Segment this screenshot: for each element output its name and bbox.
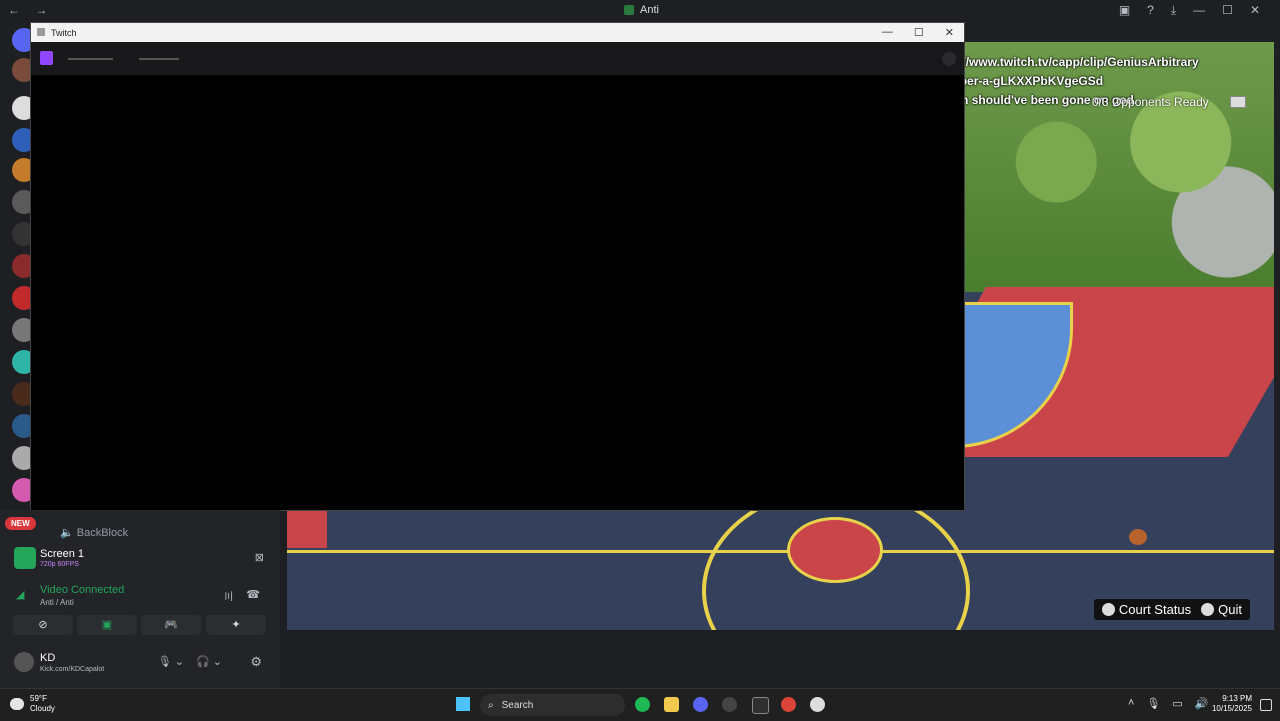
twitch-title-bar[interactable]: Twitch — ☐ ✕ bbox=[31, 23, 964, 42]
twitch-app-icon bbox=[37, 28, 45, 36]
avatar[interactable] bbox=[14, 652, 34, 672]
quit-label: Quit bbox=[1218, 602, 1242, 617]
maximize-icon[interactable]: ☐ bbox=[914, 26, 924, 39]
court-controls: Court Status Quit bbox=[1093, 599, 1250, 620]
obs-icon[interactable] bbox=[722, 697, 737, 712]
system-tray: ˄ 🎙 ▭ 🔊 bbox=[1128, 697, 1209, 710]
discord-title-bar: ← → Anti ▣ ? ⤓ — ☐ ✕ bbox=[0, 0, 1280, 22]
flag-icon bbox=[1230, 96, 1246, 108]
court-status-label: Court Status bbox=[1118, 602, 1192, 617]
clock[interactable]: 9:13 PM 10/15/2025 bbox=[1210, 694, 1252, 714]
twitch-window: Twitch — ☐ ✕ bbox=[30, 22, 965, 511]
window-title: Anti bbox=[624, 4, 659, 16]
search-placeholder: Search bbox=[501, 699, 534, 711]
screen-share-row[interactable]: Screen 1 720p 60FPS ⊠ bbox=[6, 539, 272, 575]
court-paint-left bbox=[287, 508, 327, 548]
nav-arrows[interactable]: ← → bbox=[8, 3, 53, 17]
avatar[interactable] bbox=[942, 52, 956, 66]
display-icon[interactable]: ▭ bbox=[1172, 697, 1182, 710]
user-panel: KD Kick.com/KDCapalot 🎙 ⌄ 🎧 ⌄ ⚙ bbox=[6, 648, 272, 678]
signal-icon[interactable]: ◢ bbox=[16, 588, 24, 601]
disconnect-icon[interactable]: ☎ bbox=[246, 588, 260, 601]
spotify-icon[interactable] bbox=[635, 697, 650, 712]
microphone-icon[interactable]: 🎙 ⌄ bbox=[158, 655, 184, 668]
notification-icon[interactable] bbox=[1260, 699, 1272, 711]
stream-quality: 720p 60FPS bbox=[40, 561, 79, 568]
activity-button[interactable]: 🎮 bbox=[141, 615, 201, 635]
twitch-window-title: Twitch bbox=[51, 28, 77, 38]
headphones-icon[interactable]: 🎧 ⌄ bbox=[196, 655, 222, 668]
stop-stream-icon[interactable]: ⊠ bbox=[255, 551, 264, 564]
quit-button[interactable]: Quit bbox=[1201, 602, 1242, 617]
taskbar: 59°F Cloudy ⌕ Search ˄ 🎙 ▭ 🔊 9:13 PM 10/… bbox=[0, 688, 1280, 721]
connection-status[interactable]: Video Connected bbox=[40, 584, 124, 596]
close-icon[interactable]: ✕ bbox=[945, 26, 954, 39]
noise-suppression-icon[interactable]: 〣 bbox=[223, 588, 234, 604]
weather-widget[interactable]: 59°F Cloudy bbox=[10, 694, 55, 714]
chevron-up-icon[interactable]: ˄ bbox=[1128, 697, 1134, 710]
weather-desc: Cloudy bbox=[30, 704, 55, 713]
discord-icon[interactable] bbox=[693, 697, 708, 712]
center-logo bbox=[787, 517, 883, 583]
twitch-logo-icon[interactable] bbox=[40, 51, 53, 65]
game-scene-trees bbox=[963, 82, 1274, 282]
loading-placeholder bbox=[139, 58, 179, 60]
clock-time: 9:13 PM bbox=[1222, 694, 1252, 703]
twitch-header bbox=[31, 42, 964, 75]
opponents-ready: 0/3 Opponents Ready bbox=[1092, 95, 1209, 109]
chrome-icon[interactable] bbox=[781, 697, 796, 712]
cloud-icon bbox=[10, 698, 24, 710]
help-icon[interactable]: ? bbox=[1147, 3, 1154, 18]
channel-name-text: BackBlock bbox=[76, 527, 129, 539]
g-hub-icon[interactable] bbox=[810, 697, 825, 712]
weather-text: 59°F Cloudy bbox=[30, 694, 55, 714]
title-bar-icons: ▣ ? ⤓ — ☐ ✕ bbox=[1119, 3, 1260, 18]
minimize-icon[interactable]: — bbox=[1193, 3, 1205, 18]
voice-connection-row: ◢ Video Connected Anti / Anti 〣 ☎ bbox=[6, 580, 272, 610]
taskbar-search[interactable]: ⌕ Search bbox=[480, 694, 625, 716]
screen-share-icon bbox=[14, 547, 36, 569]
controller-button-icon bbox=[1101, 603, 1115, 616]
close-icon[interactable]: ✕ bbox=[1250, 3, 1260, 18]
inbox-icon[interactable]: ▣ bbox=[1119, 3, 1130, 18]
server-icon bbox=[624, 5, 634, 15]
weather-temp: 59°F bbox=[30, 694, 47, 703]
basketball bbox=[1129, 529, 1147, 545]
screen-share-button[interactable]: ▣ bbox=[77, 615, 137, 635]
new-badge: NEW bbox=[5, 517, 36, 530]
voice-channel-name[interactable]: 🔈 BackBlock bbox=[60, 526, 128, 539]
clock-date: 10/15/2025 bbox=[1211, 704, 1252, 713]
download-icon[interactable]: ⤓ bbox=[1171, 3, 1176, 18]
volume-icon[interactable]: 🔊 bbox=[1195, 697, 1209, 710]
user-status: Kick.com/KDCapalot bbox=[40, 666, 105, 673]
gear-icon[interactable]: ⚙ bbox=[250, 654, 262, 670]
window-controls: — ☐ ✕ bbox=[882, 26, 954, 39]
windows-start-icon[interactable] bbox=[456, 697, 470, 711]
menu-button-icon bbox=[1201, 603, 1215, 616]
connection-channel: Anti / Anti bbox=[40, 598, 74, 607]
minimize-icon[interactable]: — bbox=[882, 26, 893, 39]
username[interactable]: KD bbox=[40, 652, 55, 664]
court-status-button[interactable]: Court Status bbox=[1101, 602, 1192, 617]
loading-placeholder bbox=[68, 58, 113, 60]
search-icon: ⌕ bbox=[488, 699, 494, 711]
microphone-icon[interactable]: 🎙 bbox=[1146, 697, 1160, 710]
maximize-icon[interactable]: ☐ bbox=[1222, 3, 1233, 18]
screen-name: Screen 1 bbox=[40, 548, 85, 560]
soundboard-button[interactable]: ✦ bbox=[206, 615, 266, 635]
epic-games-icon[interactable] bbox=[752, 697, 769, 714]
file-explorer-icon[interactable] bbox=[664, 697, 679, 712]
camera-off-button[interactable]: ⊘ bbox=[13, 615, 73, 635]
window-title-text: Anti bbox=[640, 4, 659, 16]
